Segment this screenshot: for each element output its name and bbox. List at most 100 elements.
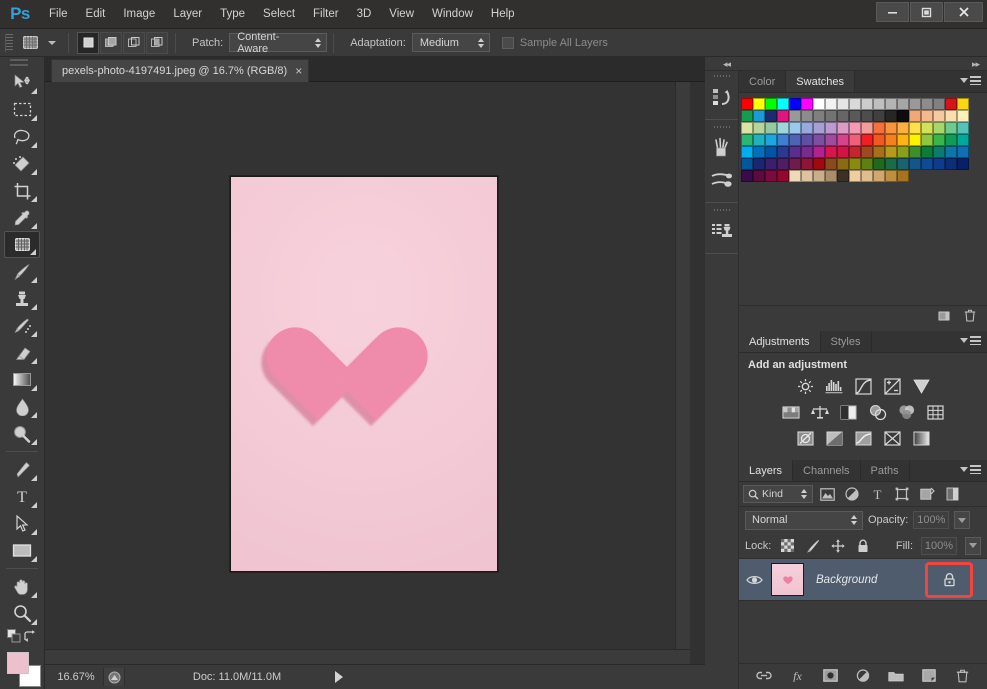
color-swatch[interactable]: [861, 122, 873, 134]
canvas-horizontal-scrollbar[interactable]: [45, 649, 690, 664]
color-swatch[interactable]: [921, 98, 933, 110]
foreground-color-swatch[interactable]: [7, 652, 29, 674]
delete-swatch-icon[interactable]: [962, 308, 977, 323]
color-swatch[interactable]: [897, 158, 909, 170]
dock-group-grip[interactable]: [705, 205, 738, 215]
selective-color-icon[interactable]: [882, 429, 902, 447]
color-swatch[interactable]: [753, 146, 765, 158]
menu-help[interactable]: Help: [482, 3, 524, 25]
blend-mode-select[interactable]: Normal: [745, 510, 863, 530]
threshold-icon[interactable]: [853, 429, 873, 447]
clone-stamp-tool[interactable]: [4, 285, 40, 312]
color-swatch[interactable]: [825, 110, 837, 122]
swap-colors-icon[interactable]: [23, 629, 38, 644]
color-swatch[interactable]: [873, 170, 885, 182]
color-swatch[interactable]: [861, 98, 873, 110]
options-bar-grip[interactable]: [5, 33, 13, 52]
color-swatch[interactable]: [957, 98, 969, 110]
dock-collapse-bar[interactable]: ◂◂ ▸▸: [705, 57, 987, 71]
color-swatch[interactable]: [837, 170, 849, 182]
color-swatch[interactable]: [813, 98, 825, 110]
color-swatch[interactable]: [849, 158, 861, 170]
subtract-from-selection-button[interactable]: [123, 31, 145, 54]
color-swatch[interactable]: [849, 170, 861, 182]
horizontal-type-tool[interactable]: T: [4, 483, 40, 510]
new-layer-icon[interactable]: [921, 667, 938, 684]
color-swatch[interactable]: [909, 134, 921, 146]
filter-smart-object-icon[interactable]: [916, 484, 938, 504]
color-swatch[interactable]: [741, 134, 753, 146]
color-swatch[interactable]: [753, 110, 765, 122]
menu-view[interactable]: View: [380, 3, 423, 25]
add-layer-mask-icon[interactable]: [822, 667, 839, 684]
color-swatch[interactable]: [849, 110, 861, 122]
hue-saturation-icon[interactable]: [781, 403, 801, 421]
color-swatch[interactable]: [837, 146, 849, 158]
tab-paths[interactable]: Paths: [860, 460, 910, 481]
color-swatch[interactable]: [873, 158, 885, 170]
color-swatch[interactable]: [909, 110, 921, 122]
tab-color[interactable]: Color: [739, 71, 787, 92]
color-swatch[interactable]: [909, 146, 921, 158]
crop-tool[interactable]: [4, 177, 40, 204]
color-swatch[interactable]: [933, 98, 945, 110]
color-swatch[interactable]: [837, 98, 849, 110]
color-swatch[interactable]: [861, 146, 873, 158]
color-swatch[interactable]: [885, 170, 897, 182]
color-swatch[interactable]: [873, 146, 885, 158]
color-swatch[interactable]: [861, 110, 873, 122]
color-swatch[interactable]: [849, 134, 861, 146]
default-colors-icon[interactable]: [6, 629, 22, 644]
panel-menu-icon[interactable]: [960, 336, 981, 345]
color-swatch[interactable]: [945, 146, 957, 158]
color-swatch[interactable]: [861, 170, 873, 182]
color-swatch[interactable]: [789, 158, 801, 170]
adaptation-select[interactable]: Medium: [411, 33, 490, 52]
color-swatch[interactable]: [849, 146, 861, 158]
filter-type-icon[interactable]: T: [866, 484, 888, 504]
color-swatch[interactable]: [777, 122, 789, 134]
brush-tool[interactable]: [4, 258, 40, 285]
hand-tool[interactable]: [4, 573, 40, 600]
color-swatch[interactable]: [765, 158, 777, 170]
color-swatch[interactable]: [897, 146, 909, 158]
color-swatch[interactable]: [945, 110, 957, 122]
color-swatch[interactable]: [885, 98, 897, 110]
color-swatch[interactable]: [765, 170, 777, 182]
panel-menu-icon[interactable]: [960, 465, 981, 474]
color-swatch[interactable]: [801, 158, 813, 170]
collapse-panels-icon[interactable]: ◂◂: [723, 59, 731, 70]
color-swatch[interactable]: [813, 134, 825, 146]
patch-tool[interactable]: [4, 231, 40, 258]
color-swatch[interactable]: [825, 134, 837, 146]
tab-styles[interactable]: Styles: [820, 331, 872, 352]
dock-group-grip[interactable]: [705, 122, 738, 132]
layers-list-empty-space[interactable]: [739, 601, 987, 663]
link-layers-icon[interactable]: [756, 667, 773, 684]
close-icon[interactable]: ×: [295, 65, 302, 77]
blend-mode-stepper-icon[interactable]: [848, 515, 860, 525]
color-swatch[interactable]: [837, 110, 849, 122]
eraser-tool[interactable]: [4, 339, 40, 366]
tools-panel-grip[interactable]: [0, 57, 44, 69]
opacity-dropdown-icon[interactable]: [954, 511, 971, 529]
tool-preset-chevron-down-icon[interactable]: [48, 40, 56, 45]
fill-value[interactable]: 100%: [921, 536, 957, 555]
layer-thumbnail[interactable]: [771, 563, 804, 596]
add-to-selection-button[interactable]: [100, 31, 122, 54]
color-swatch[interactable]: [885, 146, 897, 158]
close-button[interactable]: [944, 2, 983, 22]
menu-layer[interactable]: Layer: [164, 3, 211, 25]
document-canvas[interactable]: [230, 176, 498, 572]
color-swatch[interactable]: [801, 146, 813, 158]
color-swatch[interactable]: [753, 98, 765, 110]
color-swatch[interactable]: [921, 146, 933, 158]
color-swatch[interactable]: [753, 134, 765, 146]
color-swatch[interactable]: [921, 134, 933, 146]
new-swatch-icon[interactable]: [937, 308, 952, 323]
lasso-tool[interactable]: [4, 123, 40, 150]
color-swatch[interactable]: [753, 122, 765, 134]
color-swatch[interactable]: [921, 110, 933, 122]
brush-presets-panel-icon[interactable]: [705, 164, 739, 196]
color-swatch[interactable]: [957, 122, 969, 134]
